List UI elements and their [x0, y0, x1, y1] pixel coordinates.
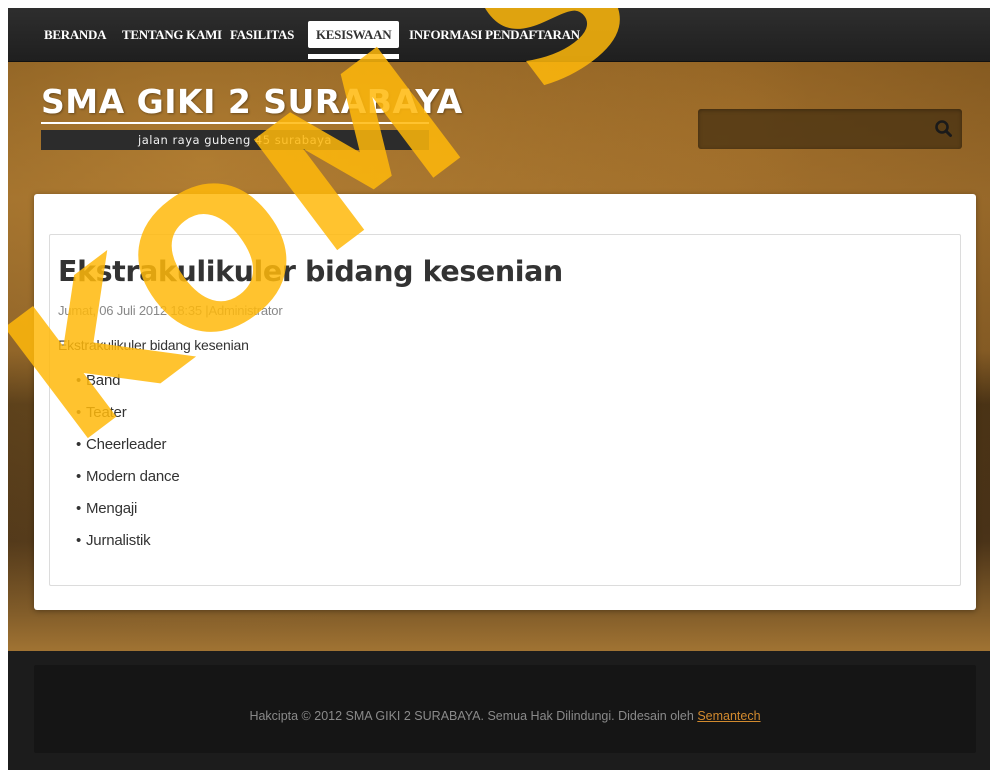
bullet-icon: •	[76, 436, 82, 453]
list-item: • Cheerleader	[76, 433, 180, 465]
footer: Hakcipta © 2012 SMA GIKI 2 SURABAYA. Sem…	[8, 651, 990, 770]
list-item-label: Band	[86, 372, 121, 389]
bullet-icon: •	[76, 500, 82, 517]
site-tagline: jalan raya gubeng 45 surabaya	[41, 130, 429, 150]
list-item: • Jurnalistik	[76, 529, 180, 561]
search-input[interactable]	[704, 115, 924, 143]
list-item: • Band	[76, 369, 180, 401]
footer-copyright-text: Hakcipta © 2012 SMA GIKI 2 SURABAYA. Sem…	[249, 709, 698, 723]
list-item: • Modern dance	[76, 465, 180, 497]
search-icon[interactable]	[932, 117, 956, 141]
list-item: • Mengaji	[76, 497, 180, 529]
nav-item-informasi-pendaftaran[interactable]: INFORMASI PENDAFTARAN	[401, 21, 588, 48]
article-meta: Jumat, 06 Juli 2012 18:35 |Administrator	[58, 303, 283, 318]
search-box	[698, 109, 962, 149]
list-item-label: Modern dance	[86, 468, 180, 485]
nav-item-tentang-kami[interactable]: TENTANG KAMI	[114, 21, 230, 48]
bullet-icon: •	[76, 404, 82, 421]
bullet-icon: •	[76, 532, 82, 549]
article: Ekstrakulikuler bidang kesenian Jumat, 0…	[49, 234, 961, 586]
page-frame: BERANDA TENTANG KAMI FASILITAS KESISWAAN…	[8, 8, 990, 770]
list-item-label: Jurnalistik	[86, 532, 151, 549]
site-title[interactable]: SMA GIKI 2 SURABAYA	[41, 82, 462, 124]
footer-copyright: Hakcipta © 2012 SMA GIKI 2 SURABAYA. Sem…	[34, 709, 976, 723]
article-title: Ekstrakulikuler bidang kesenian	[58, 255, 563, 288]
activity-list: • Band • Teater • Cheerleader • Modern dance…	[76, 369, 180, 561]
nav-item-kesiswaan[interactable]: KESISWAAN	[308, 21, 400, 59]
list-item-label: Cheerleader	[86, 436, 167, 453]
nav-item-beranda[interactable]: BERANDA	[36, 21, 114, 48]
bullet-icon: •	[76, 468, 82, 485]
footer-designer-link[interactable]: Semantech	[697, 709, 760, 723]
list-item-label: Mengaji	[86, 500, 138, 517]
main-navigation: BERANDA TENTANG KAMI FASILITAS KESISWAAN…	[8, 8, 990, 62]
bullet-icon: •	[76, 372, 82, 389]
nav-item-fasilitas[interactable]: FASILITAS	[222, 21, 302, 48]
main-content-panel: Ekstrakulikuler bidang kesenian Jumat, 0…	[34, 194, 976, 610]
list-item-label: Teater	[86, 404, 127, 421]
footer-panel: Hakcipta © 2012 SMA GIKI 2 SURABAYA. Sem…	[34, 665, 976, 753]
article-intro: Ekstrakulikuler bidang kesenian	[58, 337, 249, 353]
list-item: • Teater	[76, 401, 180, 433]
